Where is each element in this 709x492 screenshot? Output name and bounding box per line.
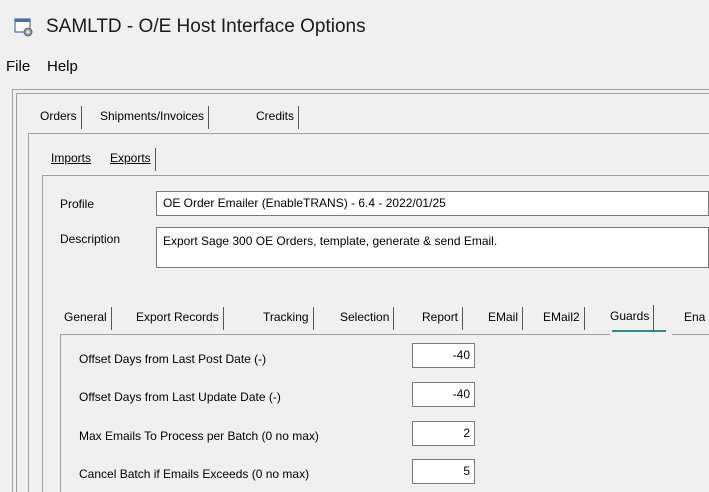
guard-value-last-update: -40 <box>452 387 470 401</box>
tab-email-label: EMail <box>488 310 519 324</box>
tab-selection-label: Selection <box>340 310 390 324</box>
tab-imports-label: Imports <box>51 151 92 165</box>
guard-label-cancel-batch: Cancel Batch if Emails Exceeds (0 no max… <box>79 467 310 481</box>
tab-ena-label: Ena <box>684 310 706 324</box>
tab-guards[interactable]: Guards <box>606 305 655 330</box>
guards-panel-border-top-right <box>672 334 709 335</box>
tab-general[interactable]: General <box>60 307 112 330</box>
menu-bar: File Help <box>0 52 709 82</box>
orders-panel-border-left <box>28 133 29 492</box>
tab-email[interactable]: EMail <box>484 307 524 330</box>
tab-export-records[interactable]: Export Records <box>132 307 224 330</box>
tab-tracking[interactable]: Tracking <box>259 307 314 330</box>
tab-shipments-invoices[interactable]: Shipments/Invoices <box>96 106 210 129</box>
menu-file[interactable]: File <box>6 58 30 75</box>
guard-input-cancel-batch[interactable]: 5 <box>412 459 475 484</box>
tab-export-records-label: Export Records <box>136 310 219 324</box>
description-value: Export Sage 300 OE Orders, template, gen… <box>163 234 498 248</box>
guard-value-max-emails: 2 <box>463 426 470 440</box>
tab-guards-active-indicator <box>612 330 666 332</box>
orders-panel-border-top <box>28 133 709 134</box>
window-title: SAMLTD - O/E Host Interface Options <box>46 16 366 37</box>
tab-selection[interactable]: Selection <box>336 307 395 330</box>
profile-value: OE Order Emailer (EnableTRANS) - 6.4 - 2… <box>163 196 446 210</box>
tab-imports[interactable]: Imports <box>47 148 95 171</box>
tab-orders-label: Orders <box>40 109 77 123</box>
guards-panel-border-left <box>60 334 61 492</box>
tab-email2[interactable]: EMail2 <box>539 307 585 330</box>
tab-ena[interactable]: Ena <box>680 307 709 330</box>
tab-guards-label: Guards <box>610 309 650 323</box>
tab-exports[interactable]: Exports <box>106 148 156 171</box>
guard-label-last-update: Offset Days from Last Update Date (-) <box>79 390 281 404</box>
tab-report-label: Report <box>422 310 459 324</box>
title-bar: SAMLTD - O/E Host Interface Options <box>0 0 709 52</box>
app-window-icon <box>14 18 33 37</box>
tab-general-label: General <box>64 310 107 324</box>
exports-panel-border-top <box>42 175 709 176</box>
description-label: Description <box>60 232 121 246</box>
tab-tracking-label: Tracking <box>263 310 309 324</box>
tab-credits[interactable]: Credits <box>252 106 300 129</box>
tab-exports-label: Exports <box>110 151 151 165</box>
guard-input-max-emails[interactable]: 2 <box>412 421 475 446</box>
tab-shipments-invoices-label: Shipments/Invoices <box>100 109 205 123</box>
guard-value-cancel-batch: 5 <box>463 464 470 478</box>
menu-help[interactable]: Help <box>47 58 78 75</box>
tab-report[interactable]: Report <box>418 307 464 330</box>
tab-email2-label: EMail2 <box>543 310 580 324</box>
guard-input-last-post[interactable]: -40 <box>412 343 475 368</box>
guards-panel-border-top-left <box>60 334 610 335</box>
tab-orders[interactable]: Orders <box>36 106 82 129</box>
tab-credits-label: Credits <box>256 109 295 123</box>
guard-input-last-update[interactable]: -40 <box>412 382 475 407</box>
guard-label-last-post: Offset Days from Last Post Date (-) <box>79 352 267 366</box>
profile-field[interactable]: OE Order Emailer (EnableTRANS) - 6.4 - 2… <box>156 191 709 216</box>
profile-label: Profile <box>60 197 95 211</box>
exports-panel-border-left <box>42 175 43 492</box>
guard-value-last-post: -40 <box>452 348 470 362</box>
guard-label-max-emails: Max Emails To Process per Batch (0 no ma… <box>79 429 319 443</box>
description-field[interactable]: Export Sage 300 OE Orders, template, gen… <box>156 227 709 268</box>
